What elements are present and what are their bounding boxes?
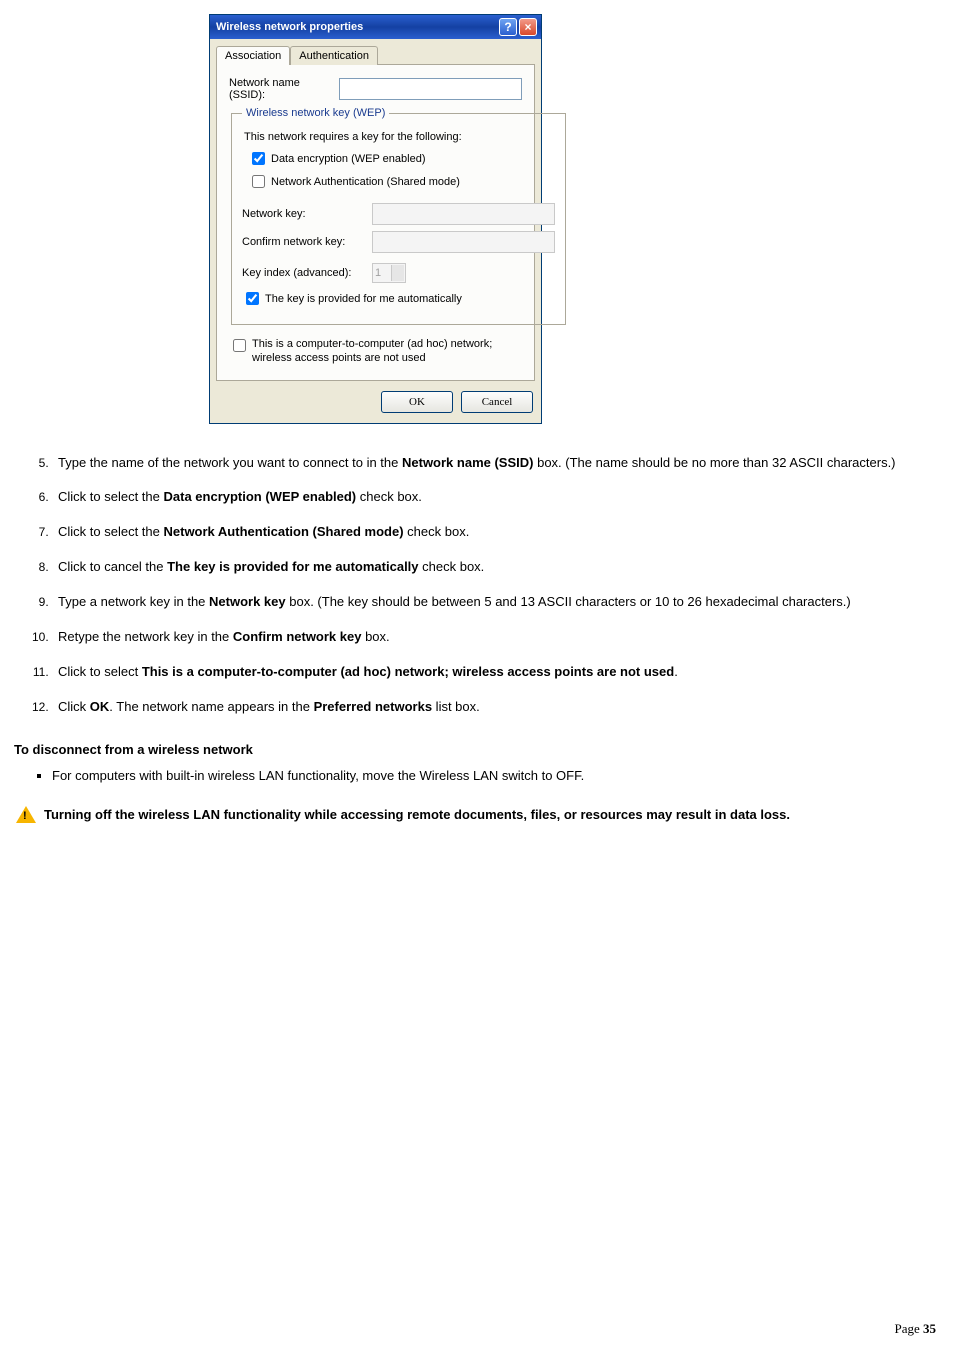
auto-key-label: The key is provided for me automatically — [265, 293, 462, 305]
shared-mode-checkbox[interactable] — [252, 175, 265, 188]
key-index-spinner: 1 — [372, 263, 406, 283]
disconnect-list: For computers with built-in wireless LAN… — [14, 767, 940, 786]
dialog-titlebar: Wireless network properties ? × — [210, 15, 541, 39]
help-icon[interactable]: ? — [499, 18, 517, 36]
dialog-button-row: OK Cancel — [210, 381, 541, 423]
network-key-label: Network key: — [242, 208, 372, 220]
requires-text: This network requires a key for the foll… — [244, 131, 555, 143]
adhoc-label: This is a computer-to-computer (ad hoc) … — [252, 337, 522, 366]
tab-authentication[interactable]: Authentication — [290, 46, 378, 65]
dialog-title: Wireless network properties — [216, 21, 363, 33]
auto-key-checkbox[interactable] — [246, 292, 259, 305]
confirm-key-input — [372, 231, 555, 253]
ssid-input[interactable] — [339, 78, 522, 100]
wep-group-legend: Wireless network key (WEP) — [242, 107, 389, 119]
wep-group: Wireless network key (WEP) This network … — [231, 107, 566, 325]
ok-button[interactable]: OK — [381, 391, 453, 413]
tab-association[interactable]: Association — [216, 46, 290, 65]
wep-enabled-checkbox[interactable] — [252, 152, 265, 165]
confirm-key-label: Confirm network key: — [242, 236, 372, 248]
cancel-button[interactable]: Cancel — [461, 391, 533, 413]
warning-block: Turning off the wireless LAN functionali… — [14, 806, 940, 824]
disconnect-bullet: For computers with built-in wireless LAN… — [52, 767, 940, 786]
step-12: Click OK. The network name appears in th… — [52, 698, 940, 717]
step-10: Retype the network key in the Confirm ne… — [52, 628, 940, 647]
page-number: Page 35 — [894, 1321, 936, 1337]
step-8: Click to cancel the The key is provided … — [52, 558, 940, 577]
dialog-screenshot: Wireless network properties ? × Associat… — [209, 14, 940, 424]
disconnect-heading: To disconnect from a wireless network — [14, 742, 940, 757]
step-7: Click to select the Network Authenticati… — [52, 523, 940, 542]
warning-text: Turning off the wireless LAN functionali… — [44, 806, 790, 824]
step-5: Type the name of the network you want to… — [52, 454, 940, 473]
tab-body: Network name (SSID): Wireless network ke… — [216, 65, 535, 381]
warning-icon — [16, 806, 36, 823]
wep-enabled-label: Data encryption (WEP enabled) — [271, 153, 426, 165]
close-icon[interactable]: × — [519, 18, 537, 36]
wireless-properties-dialog: Wireless network properties ? × Associat… — [209, 14, 542, 424]
ssid-label: Network name (SSID): — [229, 77, 339, 101]
step-6: Click to select the Data encryption (WEP… — [52, 488, 940, 507]
shared-mode-label: Network Authentication (Shared mode) — [271, 176, 460, 188]
tab-strip: Association Authentication — [216, 45, 535, 65]
key-index-label: Key index (advanced): — [242, 267, 372, 279]
step-9: Type a network key in the Network key bo… — [52, 593, 940, 612]
adhoc-checkbox[interactable] — [233, 339, 246, 352]
instruction-list: Type the name of the network you want to… — [14, 454, 940, 717]
network-key-input — [372, 203, 555, 225]
step-11: Click to select This is a computer-to-co… — [52, 663, 940, 682]
